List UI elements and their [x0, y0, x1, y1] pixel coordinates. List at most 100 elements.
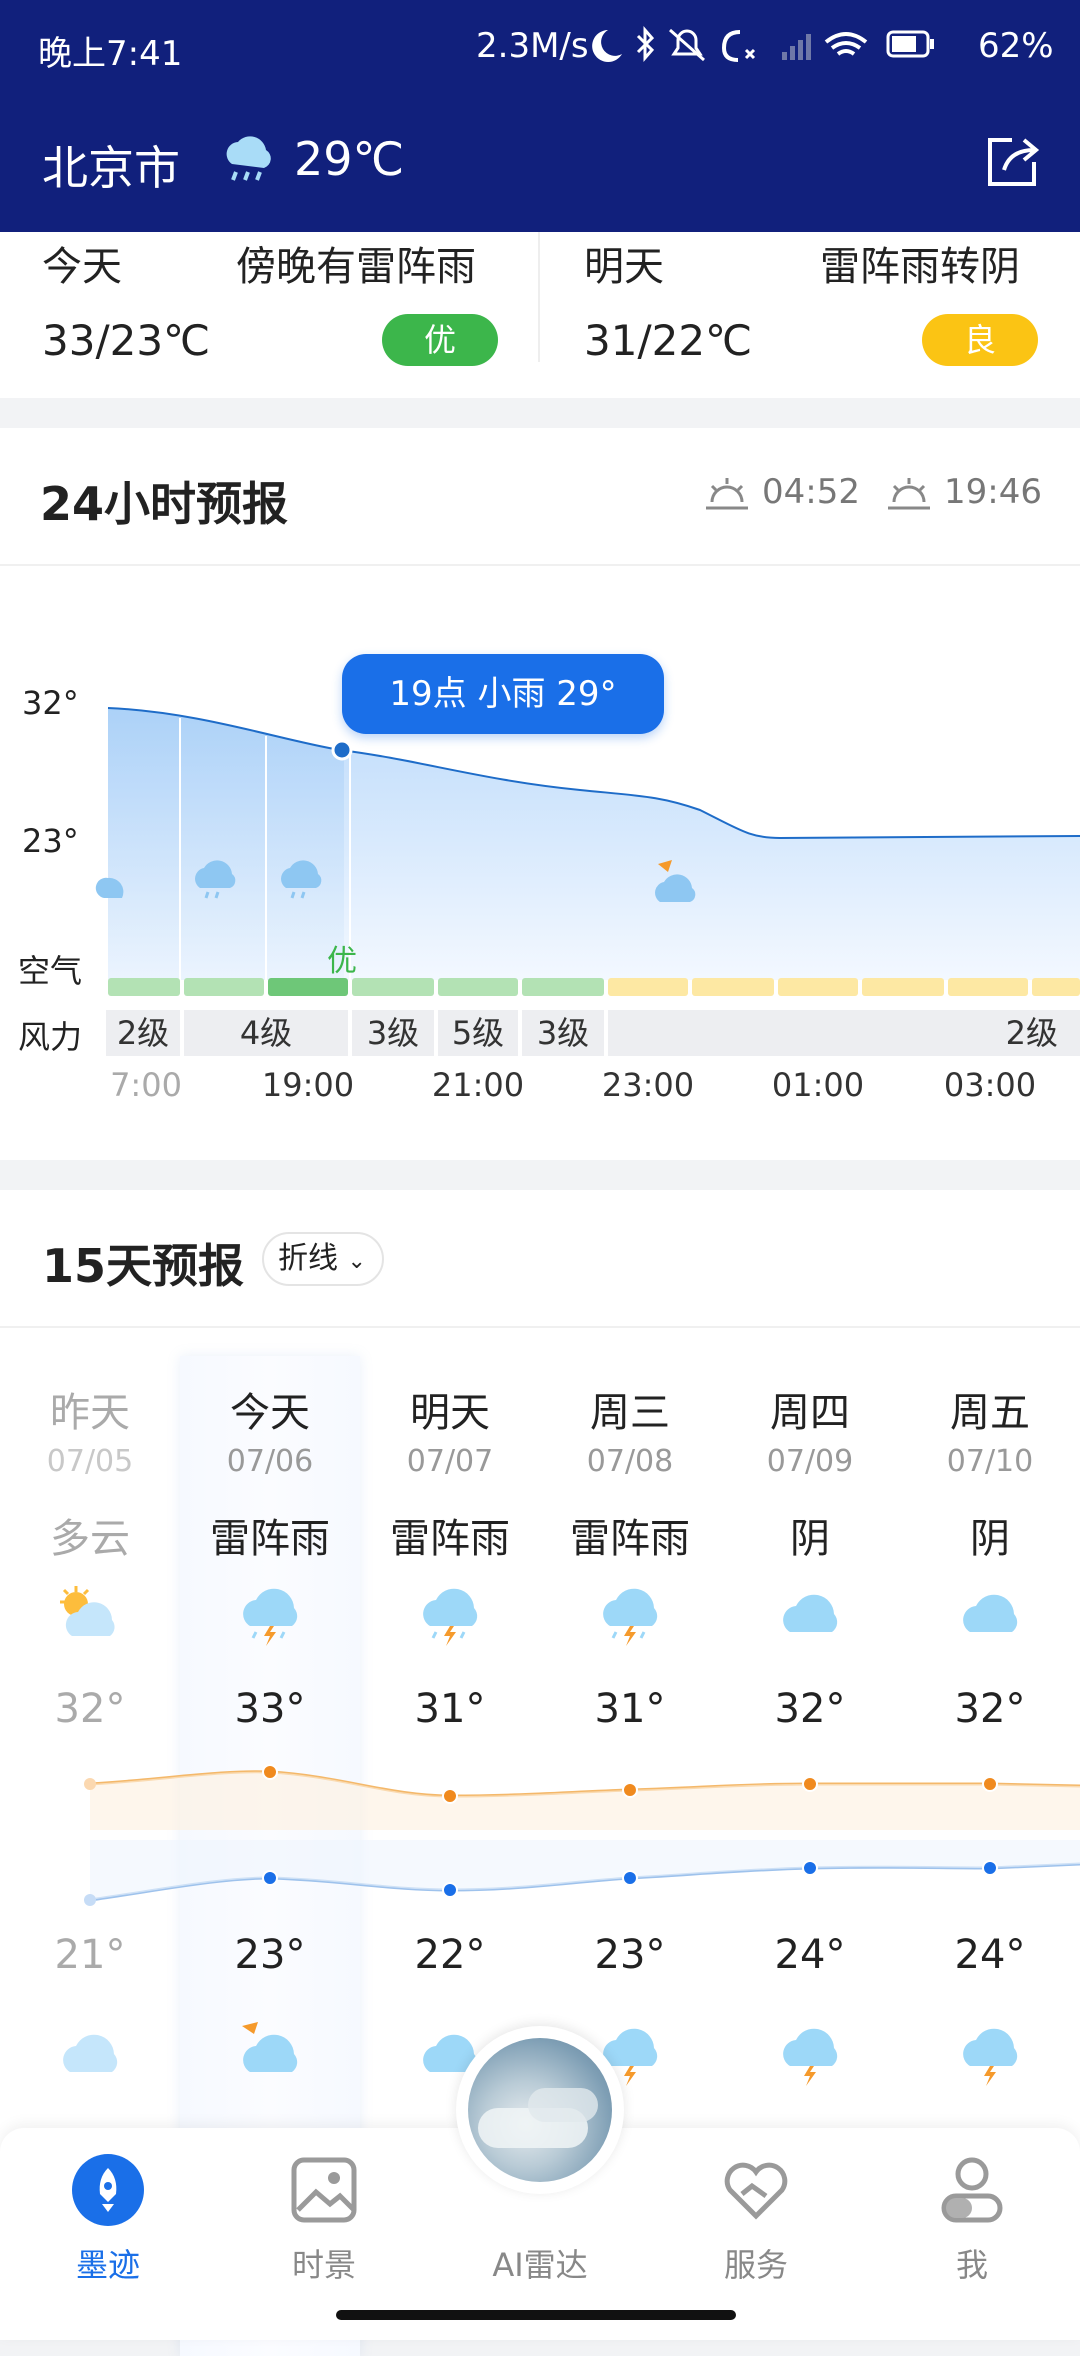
sky-photo [468, 2038, 612, 2182]
home-indicator[interactable] [336, 2310, 736, 2320]
day-weather: 雷阵雨 [210, 1516, 330, 1562]
nav-item-services[interactable]: 服务 [648, 2128, 864, 2308]
tomorrow-aqi-badge: 良 [922, 314, 1038, 366]
day-low-temp: 21° [54, 1932, 126, 1978]
sunrise-time: 04:52 [762, 472, 860, 512]
day-high-temp: 32° [774, 1686, 846, 1732]
y-axis-high: 32° [22, 684, 79, 722]
sunset-cloud-icon [234, 2020, 306, 2092]
summary-card: 今天 傍晚有雷阵雨 33/23℃ 优 明天 雷阵雨转阴 31/22℃ 良 [0, 232, 1080, 398]
air-bar [522, 978, 604, 996]
day-weather: 阴 [790, 1516, 830, 1562]
tomorrow-desc: 雷阵雨转阴 [820, 244, 1020, 290]
city-name[interactable]: 北京市 [42, 132, 180, 198]
air-quality-badge: 优 [327, 944, 357, 979]
status-icons [592, 26, 934, 62]
chart-mode-label: 折线 [278, 1241, 338, 1276]
day-weather: 阴 [970, 1516, 1010, 1562]
wifi-icon [824, 32, 868, 56]
time-label: 23:00 [601, 1066, 695, 1104]
air-label: 空气 [18, 952, 83, 990]
day-date: 07/09 [766, 1444, 854, 1479]
overcast-cloud-icon [774, 1580, 846, 1652]
daily-temperature-chart [84, 1764, 1080, 1906]
hourly-title: 24小时预报 [40, 477, 289, 531]
high-temp-point [982, 1776, 998, 1792]
today-range: 33/23℃ [42, 316, 211, 365]
high-temp-point [802, 1776, 818, 1792]
day-name: 昨天 [50, 1390, 130, 1436]
high-temp-point [622, 1782, 638, 1798]
sunrise-icon [706, 478, 748, 510]
nav-item-moji[interactable]: 墨迹 [0, 2128, 216, 2308]
status-time: 晚上7:41 [38, 34, 183, 74]
air-bar [268, 978, 348, 996]
high-temp-area [90, 1771, 1080, 1830]
nav-item-shijing[interactable]: 时景 [216, 2128, 432, 2308]
time-label: 7:00 [110, 1066, 182, 1104]
wind-label: 风力 [18, 1018, 83, 1056]
photo-icon [291, 2157, 357, 2223]
tomorrow-range: 31/22℃ [584, 316, 753, 365]
thunderstorm-icon [414, 1580, 486, 1652]
low-temp-area [90, 1840, 1080, 1900]
moon-icon [592, 30, 622, 62]
day-name: 今天 [230, 1390, 310, 1436]
battery-level: 62% [978, 26, 1054, 66]
overcast-cloud-icon [54, 2020, 126, 2092]
air-bar [778, 978, 858, 996]
air-bar [1032, 978, 1080, 996]
time-label: 19:00 [261, 1066, 355, 1104]
today-label: 今天 [42, 244, 122, 290]
air-bar [184, 978, 264, 996]
day-date: 07/07 [406, 1444, 494, 1479]
current-temp: 29℃ [294, 132, 405, 186]
day-low-temp: 22° [414, 1932, 486, 1978]
day-name: 明天 [410, 1390, 490, 1436]
time-label: 03:00 [943, 1066, 1037, 1104]
thunderstorm-icon [774, 2020, 846, 2092]
air-bar [438, 978, 518, 996]
low-temp-point [802, 1860, 818, 1876]
low-temp-point [982, 1860, 998, 1876]
air-bar [108, 978, 180, 996]
tomorrow-summary[interactable]: 明天 雷阵雨转阴 31/22℃ 良 [540, 232, 1080, 398]
today-summary[interactable]: 今天 傍晚有雷阵雨 33/23℃ 优 [0, 232, 540, 398]
wind-cell: 2级 [608, 1010, 1080, 1056]
chart-mode-dropdown[interactable]: 折线 ⌄ [262, 1232, 384, 1286]
day-date: 07/05 [46, 1444, 134, 1479]
today-aqi-badge: 优 [382, 314, 498, 366]
day-high-temp: 32° [954, 1686, 1026, 1732]
thunderstorm-icon [594, 1580, 666, 1652]
day-name: 周三 [590, 1390, 670, 1436]
thunderstorm-icon [954, 2020, 1026, 2092]
air-bar [352, 978, 434, 996]
rain-cloud-icon [226, 136, 271, 181]
share-icon[interactable] [982, 132, 1042, 192]
partly-cloudy-icon [54, 1580, 126, 1652]
wind-cell: 5级 [438, 1010, 518, 1056]
signal-icon [782, 34, 811, 60]
day-low-temp: 23° [234, 1932, 306, 1978]
current-hour-marker [331, 739, 353, 761]
low-temp-point [622, 1870, 638, 1886]
wind-cell: 2级 [106, 1010, 180, 1056]
profile-icon [941, 2157, 1003, 2223]
air-bar [948, 978, 1028, 996]
wind-cell: 4级 [184, 1010, 348, 1056]
day-low-temp: 23° [594, 1932, 666, 1978]
wind-cell: 3级 [352, 1010, 434, 1056]
day-date: 07/08 [586, 1444, 674, 1479]
air-bar [862, 978, 944, 996]
battery-icon [886, 30, 934, 58]
air-bar [608, 978, 688, 996]
y-axis-low: 23° [22, 822, 79, 860]
nav-label: 时景 [291, 2246, 356, 2284]
day-high-temp: 31° [414, 1686, 486, 1732]
day-weather: 雷阵雨 [570, 1516, 690, 1562]
radar-icon[interactable] [456, 2026, 624, 2194]
low-temp-point [442, 1882, 458, 1898]
nav-item-me[interactable]: 我 [864, 2128, 1080, 2308]
heart-hand-icon [724, 2162, 788, 2220]
nav-label: 我 [955, 2246, 988, 2284]
